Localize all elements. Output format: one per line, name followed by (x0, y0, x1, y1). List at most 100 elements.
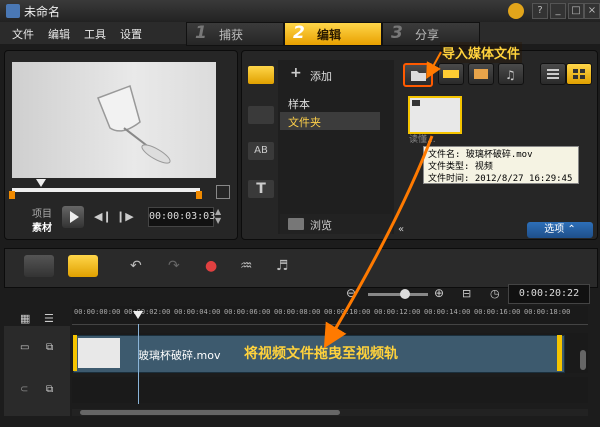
minimize-icon[interactable]: _ (550, 3, 566, 19)
show-audio-icon[interactable]: ♫ (498, 63, 524, 85)
mode-project-label[interactable]: 项目 (32, 205, 52, 220)
overlay-track[interactable] (72, 377, 588, 403)
ripple-edit-icon[interactable]: ⧉ (46, 342, 53, 353)
title-tab-icon[interactable]: AB (248, 142, 274, 160)
vertical-scroll-thumb[interactable] (580, 350, 586, 370)
wine-glass-image (97, 85, 171, 164)
fit-project-icon[interactable]: ⊟ (462, 287, 471, 300)
list-view-icon[interactable] (540, 63, 566, 85)
menu-settings[interactable]: 设置 (120, 26, 142, 42)
collapse-library-icon[interactable]: « (398, 224, 404, 235)
next-frame-icon[interactable]: ❙▶ (116, 210, 134, 223)
tooltip-filename: 文件名: 玻璃杯破碎.mov (428, 150, 533, 160)
add-icon[interactable]: + (290, 65, 302, 81)
video-track-icon: ▭ (20, 342, 30, 353)
ruler-label: 00:00:16:00 (474, 308, 521, 316)
thumbnail-view-icon[interactable] (566, 63, 592, 85)
import-media-button[interactable] (403, 63, 433, 87)
storyboard-view-button[interactable] (24, 255, 54, 277)
timeline-view-button[interactable] (68, 255, 98, 277)
playhead-handle[interactable] (133, 311, 143, 319)
file-info-tooltip: 文件名: 玻璃杯破碎.mov 文件类型: 视频 文件时间: 2012/8/27 … (423, 146, 579, 184)
show-video-icon[interactable] (438, 63, 464, 85)
ruler-label: 00:00:14:00 (424, 308, 471, 316)
video-badge-icon (412, 100, 420, 106)
audio-mixer-icon[interactable]: ♒ (240, 258, 253, 274)
drag-to-track-callout: 将视频文件拖曳至视频轨 (244, 346, 398, 362)
transition-tab-icon[interactable] (248, 106, 274, 124)
ruler-label: 00:00:02:00 (124, 308, 171, 316)
menu-edit[interactable]: 编辑 (48, 26, 70, 42)
timecode-display[interactable]: 00:00:03:03 (148, 207, 215, 227)
scrub-handle[interactable] (36, 179, 46, 187)
clip-end-handle[interactable] (557, 335, 562, 371)
tooltip-filetype: 文件类型: 视频 (428, 162, 493, 172)
step-number: 2 (293, 23, 305, 43)
zoom-slider-thumb[interactable] (400, 289, 410, 299)
mode-clip-label[interactable]: 素材 (32, 219, 52, 234)
media-thumbnail[interactable] (408, 96, 462, 134)
chapter-icon[interactable]: ☰ (44, 312, 54, 325)
playhead-line (138, 324, 139, 404)
tab-edit[interactable]: 2 编辑 (284, 22, 382, 46)
help-icon[interactable]: ? (532, 3, 548, 19)
window-title: 未命名 (24, 5, 61, 19)
list-item-folder[interactable]: 文件夹 (288, 114, 321, 130)
browse-folder-icon[interactable] (288, 218, 304, 230)
zoom-out-icon[interactable]: ⊖ (346, 286, 356, 300)
clock-icon: ◷ (490, 287, 500, 300)
trim-in-handle[interactable] (9, 191, 15, 199)
step-number: 1 (195, 23, 207, 43)
tab-capture[interactable]: 1 捕获 (186, 22, 284, 46)
project-duration: 0:00:20:22 (508, 284, 590, 304)
play-button[interactable] (62, 206, 84, 228)
step-label: 分享 (415, 28, 440, 42)
clip-thumbnail (78, 338, 120, 368)
folder-icon (411, 71, 426, 81)
step-number: 3 (391, 23, 403, 43)
library-folder-list (278, 60, 394, 234)
prev-frame-icon[interactable]: ◀❙ (94, 210, 112, 223)
undo-icon[interactable]: ↶ (130, 258, 142, 274)
timecode-stepper-icon[interactable]: ▲ ▼ (215, 207, 221, 225)
redo-icon[interactable]: ↷ (168, 258, 180, 274)
ruler-label: 00:00:10:00 (324, 308, 371, 316)
ruler-label: 00:00:06:00 (224, 308, 271, 316)
svg-text:♫: ♫ (505, 68, 516, 82)
add-button[interactable]: 添加 (310, 68, 332, 84)
fullscreen-icon[interactable] (216, 185, 230, 199)
step-label: 捕获 (219, 28, 244, 42)
track-manager-icon[interactable]: ▦ (20, 312, 30, 325)
close-icon[interactable]: × (584, 3, 600, 19)
logo-icon (508, 3, 524, 19)
text-tab-icon[interactable]: T (248, 180, 274, 198)
horizontal-scroll-thumb[interactable] (80, 410, 340, 415)
record-capture-icon[interactable]: ● (205, 258, 217, 274)
zoom-slider[interactable] (368, 293, 428, 296)
options-button[interactable]: 选项 ⌃ (527, 222, 593, 238)
ruler-label: 00:00:12:00 (374, 308, 421, 316)
maximize-icon[interactable]: □ (568, 3, 584, 19)
scrub-bar[interactable] (12, 188, 200, 192)
ruler-label: 00:00:04:00 (174, 308, 221, 316)
media-tab-icon[interactable] (248, 66, 274, 84)
preview-screen (12, 62, 216, 178)
menu-file[interactable]: 文件 (12, 26, 34, 42)
clip-start-handle[interactable] (73, 335, 77, 371)
menu-tools[interactable]: 工具 (84, 26, 106, 42)
step-label: 编辑 (317, 28, 342, 42)
play-icon (70, 211, 79, 223)
auto-music-icon[interactable]: ♬ (276, 258, 289, 274)
options-label: 选项 (544, 224, 565, 235)
import-media-callout: 导入媒体文件 (440, 42, 523, 63)
ruler-label: 00:00:08:00 (274, 308, 321, 316)
list-item-sample[interactable]: 样本 (288, 96, 310, 112)
clip-name: 玻璃杯破碎.mov (138, 349, 221, 362)
zoom-in-icon[interactable]: ⊕ (434, 286, 444, 300)
thumbnail-caption: 读懂... (409, 135, 436, 145)
browse-button[interactable]: 浏览 (310, 217, 332, 233)
show-photo-icon[interactable] (468, 63, 494, 85)
track-headers (4, 326, 70, 416)
overlay-ripple-icon[interactable]: ⧉ (46, 384, 53, 395)
trim-out-handle[interactable] (196, 191, 202, 199)
